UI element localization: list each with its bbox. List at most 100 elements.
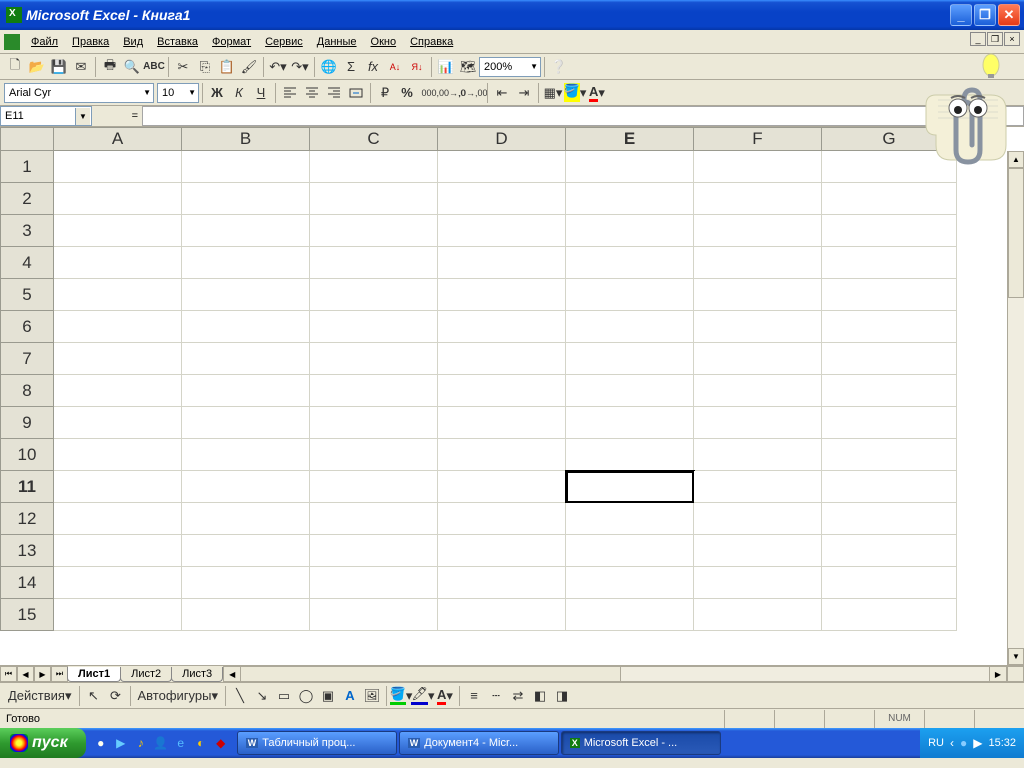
mdi-minimize[interactable]: _: [970, 32, 986, 46]
dash-style-button[interactable]: ┄: [485, 685, 507, 707]
menu-view[interactable]: Вид: [116, 33, 150, 51]
menu-file[interactable]: Файл: [24, 33, 65, 51]
cell-F2[interactable]: [694, 183, 822, 215]
scroll-left-button[interactable]: ◀: [224, 667, 241, 681]
cell-E2[interactable]: [566, 183, 694, 215]
fill-color-draw-button[interactable]: 🪣▾: [390, 685, 412, 707]
select-objects-button[interactable]: ↖: [83, 685, 105, 707]
cell-G14[interactable]: [822, 567, 957, 599]
select-all-corner[interactable]: [0, 127, 54, 151]
cell-G12[interactable]: [822, 503, 957, 535]
cell-C1[interactable]: [310, 151, 438, 183]
cell-F12[interactable]: [694, 503, 822, 535]
cell-B3[interactable]: [182, 215, 310, 247]
cell-D10[interactable]: [438, 439, 566, 471]
underline-button[interactable]: Ч: [250, 82, 272, 104]
cell-E8[interactable]: [566, 375, 694, 407]
cell-A10[interactable]: [54, 439, 182, 471]
start-button[interactable]: пуск: [0, 728, 86, 758]
oval-button[interactable]: ◯: [295, 685, 317, 707]
autosum-button[interactable]: Σ: [340, 56, 362, 78]
cell-C3[interactable]: [310, 215, 438, 247]
cell-A15[interactable]: [54, 599, 182, 631]
cell-B10[interactable]: [182, 439, 310, 471]
cell-F9[interactable]: [694, 407, 822, 439]
cell-E10[interactable]: [566, 439, 694, 471]
cell-D14[interactable]: [438, 567, 566, 599]
hyperlink-button[interactable]: 🌐: [318, 56, 340, 78]
col-d[interactable]: D: [438, 127, 566, 151]
fill-color-button[interactable]: 🪣▾: [564, 82, 586, 104]
taskbar-word2[interactable]: WДокумент4 - Micr...: [399, 731, 559, 755]
cell-G1[interactable]: [822, 151, 957, 183]
line-style-button[interactable]: ≡: [463, 685, 485, 707]
menu-window[interactable]: Окно: [364, 33, 404, 51]
cell-G15[interactable]: [822, 599, 957, 631]
cell-F11[interactable]: [694, 471, 822, 503]
cell-A3[interactable]: [54, 215, 182, 247]
tray-icon-2[interactable]: ●: [960, 736, 967, 750]
cell-A5[interactable]: [54, 279, 182, 311]
cell-F6[interactable]: [694, 311, 822, 343]
col-c[interactable]: C: [310, 127, 438, 151]
cell-D5[interactable]: [438, 279, 566, 311]
cell-C6[interactable]: [310, 311, 438, 343]
cell-G2[interactable]: [822, 183, 957, 215]
col-e[interactable]: E: [566, 127, 694, 151]
shadow-button[interactable]: ◧: [529, 685, 551, 707]
row-header-2[interactable]: 2: [0, 183, 54, 215]
menu-edit[interactable]: Правка: [65, 33, 116, 51]
dec-decimal-button[interactable]: ,0→,00: [462, 82, 484, 104]
new-button[interactable]: 🗋: [4, 56, 26, 78]
cell-G8[interactable]: [822, 375, 957, 407]
row-header-7[interactable]: 7: [0, 343, 54, 375]
cell-C8[interactable]: [310, 375, 438, 407]
cell-G13[interactable]: [822, 535, 957, 567]
font-combo[interactable]: Arial Cyr▼: [4, 83, 154, 103]
cell-B2[interactable]: [182, 183, 310, 215]
mdi-close[interactable]: ×: [1004, 32, 1020, 46]
arrow-button[interactable]: ↘: [251, 685, 273, 707]
cell-E14[interactable]: [566, 567, 694, 599]
cell-B1[interactable]: [182, 151, 310, 183]
cell-D4[interactable]: [438, 247, 566, 279]
grid-body[interactable]: 123456789101112131415: [0, 151, 1024, 665]
cell-G4[interactable]: [822, 247, 957, 279]
cell-F8[interactable]: [694, 375, 822, 407]
cell-C11[interactable]: [310, 471, 438, 503]
menu-insert[interactable]: Вставка: [150, 33, 205, 51]
wordart-button[interactable]: A: [339, 685, 361, 707]
menu-help[interactable]: Справка: [403, 33, 460, 51]
textbox-button[interactable]: ▣: [317, 685, 339, 707]
sort-asc-button[interactable]: А↓: [384, 56, 406, 78]
cell-F10[interactable]: [694, 439, 822, 471]
line-color-button[interactable]: 🖊▾: [412, 685, 434, 707]
row-header-4[interactable]: 4: [0, 247, 54, 279]
cell-G5[interactable]: [822, 279, 957, 311]
mdi-restore[interactable]: ❐: [987, 32, 1003, 46]
cell-A4[interactable]: [54, 247, 182, 279]
cell-E7[interactable]: [566, 343, 694, 375]
cell-C12[interactable]: [310, 503, 438, 535]
cell-D2[interactable]: [438, 183, 566, 215]
cell-C2[interactable]: [310, 183, 438, 215]
hscroll-thumb[interactable]: [241, 667, 621, 681]
cell-F13[interactable]: [694, 535, 822, 567]
cell-E4[interactable]: [566, 247, 694, 279]
cell-B9[interactable]: [182, 407, 310, 439]
autoshapes-menu[interactable]: Автофигуры▾: [134, 685, 223, 707]
menu-data[interactable]: Данные: [310, 33, 364, 51]
formula-input[interactable]: [142, 106, 1024, 126]
cell-F1[interactable]: [694, 151, 822, 183]
size-combo[interactable]: 10▼: [157, 83, 199, 103]
scroll-down-button[interactable]: ▼: [1008, 648, 1024, 665]
email-button[interactable]: ✉: [70, 56, 92, 78]
cell-F5[interactable]: [694, 279, 822, 311]
scroll-up-button[interactable]: ▲: [1008, 151, 1024, 168]
cell-C10[interactable]: [310, 439, 438, 471]
row-header-10[interactable]: 10: [0, 439, 54, 471]
col-b[interactable]: B: [182, 127, 310, 151]
tray-icon-3[interactable]: ▶: [973, 736, 982, 750]
cell-E13[interactable]: [566, 535, 694, 567]
print-button[interactable]: 🖶: [99, 56, 121, 78]
